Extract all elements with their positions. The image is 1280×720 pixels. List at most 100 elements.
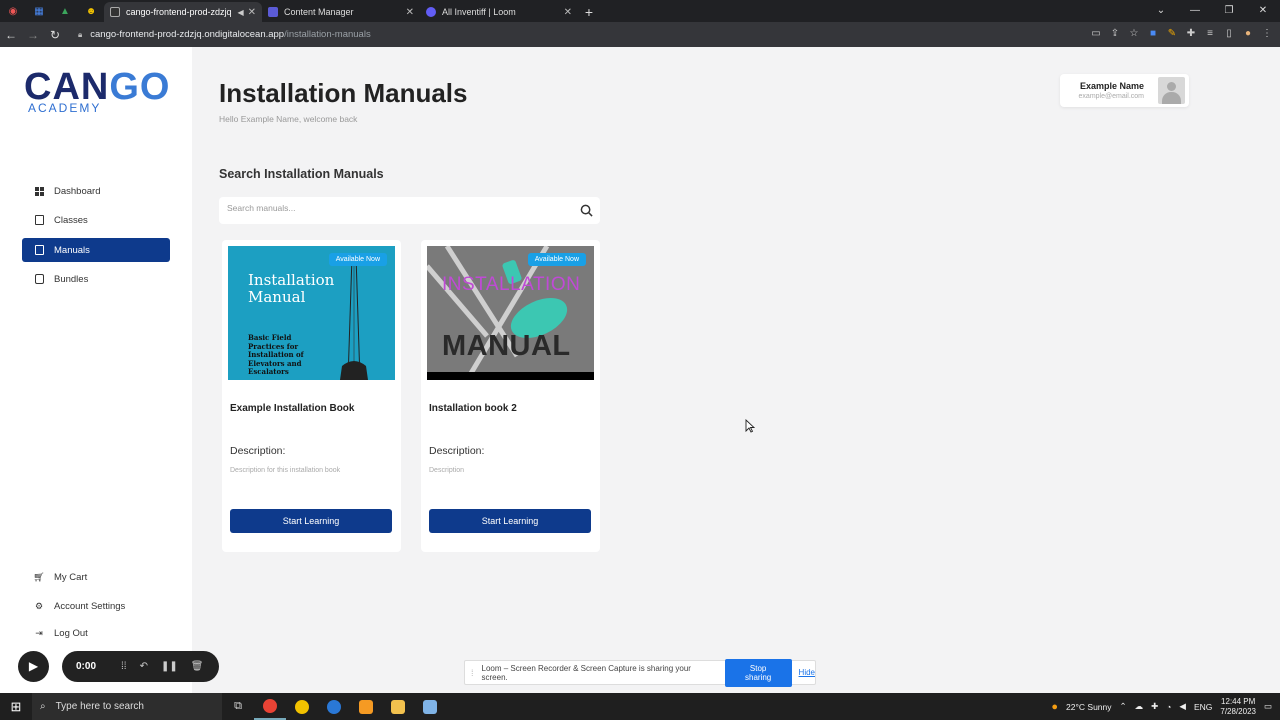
share-icon[interactable]: ⇪ bbox=[1108, 26, 1122, 42]
tab-content-manager[interactable]: Content Manager ✕ bbox=[262, 2, 420, 22]
manual-card: Installation Manual Basic Field Practice… bbox=[222, 240, 401, 552]
tab-search-icon[interactable]: ⌄ bbox=[1144, 0, 1178, 22]
address-bar[interactable]: 🔒︎ cango-frontend-prod-zdzjq.ondigitaloc… bbox=[78, 29, 371, 40]
sidebar-item-account-settings[interactable]: ⚙ Account Settings bbox=[22, 594, 170, 618]
system-tray: ● 22°C Sunny ⌃ ☁ ✚ ◔ ◀ ENG 12:44 PM 7/28… bbox=[1051, 693, 1280, 720]
volume-icon[interactable]: ◀ bbox=[1179, 701, 1186, 712]
close-window-icon[interactable]: ✕ bbox=[1246, 0, 1280, 22]
close-tab-icon[interactable]: ✕ bbox=[248, 7, 256, 18]
sidebar-item-manuals[interactable]: Manuals bbox=[22, 238, 170, 262]
new-tab-icon[interactable]: + bbox=[578, 2, 600, 22]
logo-subtext: ACADEMY bbox=[28, 101, 102, 115]
menu-dots-icon[interactable]: ⋮ bbox=[1260, 26, 1274, 42]
browser-tab-bar: ◉ ▦ ▲ ☻ cango-frontend-prod-zdzjq ◀ ✕ Co… bbox=[0, 0, 1280, 22]
weather-text[interactable]: 22°C Sunny bbox=[1066, 702, 1111, 712]
cango-logo[interactable]: CANGO ACADEMY bbox=[24, 66, 171, 115]
close-tab-icon[interactable]: ✕ bbox=[564, 7, 572, 18]
sidebar-item-classes[interactable]: Classes bbox=[22, 208, 170, 232]
cast-icon[interactable]: ▭ bbox=[1089, 26, 1103, 42]
sidebar-item-bundles[interactable]: Bundles bbox=[22, 267, 170, 291]
search-icon[interactable] bbox=[580, 204, 593, 217]
start-learning-button[interactable]: Start Learning bbox=[429, 509, 591, 533]
record-icon: ◉ bbox=[8, 5, 18, 17]
taskbar-search[interactable]: ⌕ Type here to search bbox=[32, 693, 222, 720]
tab-cango[interactable]: cango-frontend-prod-zdzjq ◀ ✕ bbox=[104, 2, 262, 22]
chevron-up-icon[interactable]: ⌃ bbox=[1120, 701, 1127, 712]
back-icon[interactable]: ← bbox=[0, 28, 22, 42]
drawing-grid-icon[interactable]: ⁞⁞ bbox=[121, 661, 127, 672]
tab-title: cango-frontend-prod-zdzjq bbox=[126, 7, 232, 17]
puzzle-icon[interactable]: ✚ bbox=[1184, 26, 1198, 42]
minimize-icon[interactable]: — bbox=[1178, 0, 1212, 22]
camera-icon[interactable]: ▶︎ bbox=[18, 651, 49, 682]
onedrive-icon[interactable]: ☁ bbox=[1135, 701, 1144, 712]
file-explorer-icon[interactable] bbox=[382, 693, 414, 720]
url-host: cango-frontend-prod-zdzjq.ondigitalocean… bbox=[90, 29, 285, 40]
taskbar-search-text: Type here to search bbox=[55, 701, 144, 712]
description-label: Description: bbox=[230, 445, 286, 457]
wifi-icon[interactable]: ◔ bbox=[1166, 702, 1171, 712]
sidebar-item-dashboard[interactable]: Dashboard bbox=[22, 179, 170, 203]
pinned-tab-4[interactable]: ☻ bbox=[78, 0, 104, 22]
chrome-icon[interactable] bbox=[254, 693, 286, 720]
pinned-tab-2[interactable]: ▦ bbox=[26, 0, 52, 22]
forward-icon[interactable]: → bbox=[22, 28, 44, 42]
status-badge: Available Now bbox=[328, 253, 387, 266]
hide-link[interactable]: Hide bbox=[799, 668, 815, 677]
recording-timer: 0:00 bbox=[76, 661, 97, 672]
task-view-icon[interactable]: ⧉ bbox=[222, 693, 254, 720]
sidebar-item-label: Account Settings bbox=[54, 600, 126, 612]
elevator-shaft-illustration-icon bbox=[340, 256, 368, 380]
star-icon[interactable]: ☆ bbox=[1127, 26, 1141, 42]
search-input[interactable] bbox=[227, 203, 567, 213]
smiley-app-icon[interactable] bbox=[286, 693, 318, 720]
undo-icon[interactable]: ↶ bbox=[140, 661, 148, 672]
tab-title: Content Manager bbox=[284, 7, 354, 17]
language-indicator[interactable]: ENG bbox=[1194, 702, 1212, 712]
pinned-tab-3[interactable]: ▲ bbox=[52, 0, 78, 22]
reload-icon[interactable]: ↻ bbox=[44, 28, 66, 42]
drag-handle-icon[interactable]: ⁞ bbox=[471, 668, 474, 678]
sidebar-item-log-out[interactable]: ⇥ Log Out bbox=[22, 621, 170, 645]
search-box bbox=[219, 197, 600, 224]
notification-icon[interactable]: ▭ bbox=[1264, 701, 1272, 712]
welcome-text: Hello Example Name, welcome back bbox=[219, 114, 358, 124]
logo-text-right: GO bbox=[109, 66, 171, 108]
speaker-icon[interactable]: ◀ bbox=[237, 8, 243, 17]
profile-avatar-icon[interactable]: ● bbox=[1241, 26, 1255, 42]
pinned-tab-1[interactable]: ◉ bbox=[0, 0, 26, 22]
manual-cover-image[interactable]: INSTALLATION MANUAL Available Now bbox=[427, 246, 594, 380]
windows-start-icon[interactable]: ⊞ bbox=[0, 699, 32, 715]
profile-card[interactable]: Example Name example@email.com bbox=[1060, 74, 1189, 107]
smiley-icon: ☻ bbox=[85, 5, 97, 17]
sidebar-item-my-cart[interactable]: 🛒︎ My Cart bbox=[22, 565, 170, 589]
restore-icon[interactable]: ❐ bbox=[1212, 0, 1246, 22]
gear-icon: ⚙ bbox=[34, 600, 44, 611]
cart-icon: 🛒︎ bbox=[33, 571, 45, 582]
avatar[interactable] bbox=[1158, 77, 1185, 104]
edge-icon[interactable] bbox=[318, 693, 350, 720]
sidebar-item-label: Classes bbox=[54, 214, 88, 226]
loom-control-bar: 0:00 ⁞⁞ ↶ ❚❚ 🗑︎ bbox=[62, 651, 219, 682]
manual-cover-image[interactable]: Installation Manual Basic Field Practice… bbox=[228, 246, 395, 380]
taskbar-clock[interactable]: 12:44 PM 7/28/2023 bbox=[1220, 697, 1256, 717]
pause-icon[interactable]: ❚❚ bbox=[161, 661, 178, 672]
manual-card: INSTALLATION MANUAL Available Now Instal… bbox=[421, 240, 600, 552]
stop-sharing-button[interactable]: Stop sharing bbox=[724, 658, 792, 687]
extension-icon[interactable]: ■ bbox=[1146, 26, 1160, 42]
reading-list-icon[interactable]: ≡ bbox=[1203, 26, 1217, 42]
side-panel-icon[interactable]: ▯ bbox=[1222, 26, 1236, 42]
sublime-icon[interactable] bbox=[350, 693, 382, 720]
browser-toolbar: ← → ↻ 🔒︎ cango-frontend-prod-zdzjq.ondig… bbox=[0, 22, 1280, 47]
search-heading: Search Installation Manuals bbox=[219, 167, 384, 181]
cover-subtitle: Basic Field Practices for Installation o… bbox=[248, 333, 304, 376]
trash-icon[interactable]: 🗑︎ bbox=[191, 661, 204, 672]
pen-icon[interactable]: ✎ bbox=[1165, 26, 1179, 42]
network-icon[interactable]: ✚ bbox=[1151, 701, 1158, 712]
tab-loom[interactable]: All Inventiff | Loom ✕ bbox=[420, 2, 578, 22]
start-learning-button[interactable]: Start Learning bbox=[230, 509, 392, 533]
notepad-icon[interactable] bbox=[414, 693, 446, 720]
cover-title: INSTALLATION bbox=[442, 274, 581, 295]
close-tab-icon[interactable]: ✕ bbox=[406, 7, 414, 18]
description-text: Description for this installation book bbox=[230, 467, 341, 474]
